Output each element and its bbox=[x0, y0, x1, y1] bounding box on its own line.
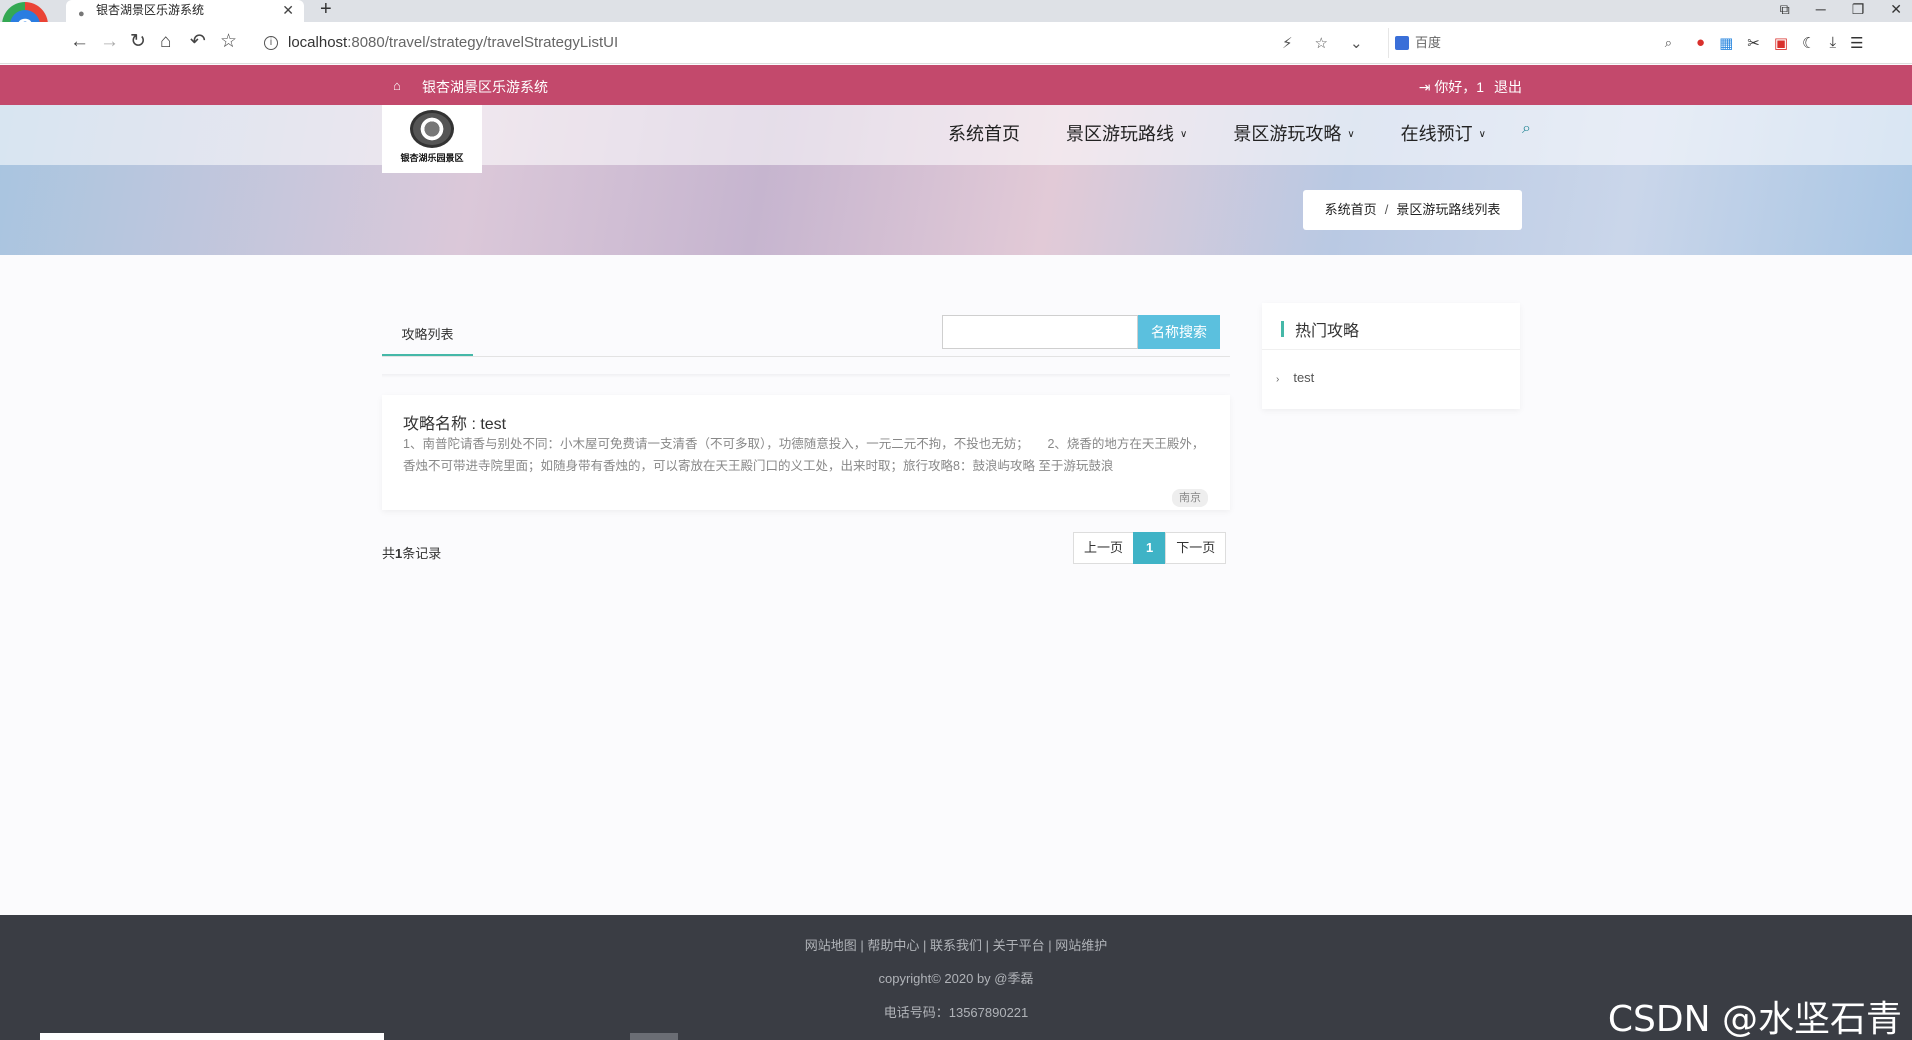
site-name[interactable]: 银杏湖景区乐游系统 bbox=[422, 77, 548, 97]
breadcrumb: 系统首页 / 景区游玩路线列表 bbox=[1303, 190, 1522, 230]
search-icon[interactable]: ⌕ bbox=[1522, 120, 1531, 146]
site-info-icon[interactable]: i bbox=[264, 36, 278, 50]
restore-tab-icon[interactable]: ⧉ bbox=[1780, 0, 1790, 18]
logo-text: 银杏湖乐园景区 bbox=[400, 153, 464, 163]
chevron-down-icon: ∨ bbox=[1478, 129, 1486, 140]
forward-icon[interactable]: → bbox=[100, 31, 119, 53]
nav-label: 系统首页 bbox=[948, 124, 1020, 144]
location-tag: 南京 bbox=[1172, 489, 1208, 507]
url-host: localhost bbox=[288, 34, 348, 51]
chevron-right-icon: › bbox=[1276, 374, 1280, 385]
hot-strategies-panel: 热门攻略 › test bbox=[1262, 303, 1520, 409]
nav-item-routes[interactable]: 景区游玩路线 ∨ bbox=[1066, 120, 1187, 146]
footer-links[interactable]: 网站地图 | 帮助中心 | 联系我们 | 关于平台 | 网站维护 bbox=[0, 935, 1912, 954]
close-window-icon[interactable]: ✕ bbox=[1890, 0, 1902, 18]
nav-label: 景区游玩攻略 bbox=[1233, 124, 1342, 144]
list-item[interactable]: 攻略名称 : test 1、南普陀请香与别处不同：小木屋可免费请一支清香（不可多… bbox=[382, 395, 1230, 510]
browser-tab[interactable]: ● 银杏湖景区乐游系统 ✕ bbox=[66, 0, 304, 22]
bookmark-star-icon[interactable]: ☆ bbox=[220, 31, 237, 53]
nav-label: 景区游玩路线 bbox=[1066, 124, 1174, 144]
tab-divider bbox=[382, 356, 1230, 357]
dropdown-chevron-icon[interactable]: ⌄ bbox=[1350, 34, 1363, 52]
bottom-strip bbox=[40, 1033, 384, 1040]
maximize-icon[interactable]: ❐ bbox=[1852, 0, 1865, 18]
download-icon[interactable]: ⤓ bbox=[1829, 34, 1836, 52]
record-count: 共1条记录 bbox=[382, 543, 441, 562]
tab-close-icon[interactable]: ✕ bbox=[282, 0, 294, 20]
nav-item-home[interactable]: 系统首页 bbox=[948, 120, 1020, 146]
baidu-icon bbox=[1395, 36, 1409, 50]
tab-strategy-list[interactable]: 攻略列表 bbox=[382, 305, 473, 357]
chevron-down-icon: ∨ bbox=[1347, 129, 1355, 140]
hot-item[interactable]: › test bbox=[1276, 370, 1314, 385]
strategy-summary: 1、南普陀请香与别处不同：小木屋可免费请一支清香（不可多取），功德随意投入，一元… bbox=[403, 437, 1205, 473]
divider bbox=[382, 374, 1230, 378]
address-actions: ⚡ ☆ ⌄ bbox=[1282, 34, 1363, 52]
record-suffix: 条记录 bbox=[402, 546, 442, 561]
chevron-down-icon: ∨ bbox=[1180, 129, 1188, 140]
url-path: :8080/travel/strategy/travelStrategyList… bbox=[347, 34, 619, 51]
site-top-bar: ⌂ 银杏湖景区乐游系统 ⇥ 你好，1 退出 bbox=[0, 65, 1912, 105]
address-bar[interactable]: i localhost:8080/travel/strategy/travelS… bbox=[256, 28, 1376, 58]
tab-favicon-icon: ● bbox=[78, 8, 85, 20]
home-icon[interactable]: ⌂ bbox=[160, 31, 171, 53]
menu-icon[interactable]: ☰ bbox=[1850, 34, 1863, 52]
logout-link[interactable]: 退出 bbox=[1494, 79, 1522, 95]
hot-item-label: test bbox=[1293, 370, 1315, 385]
hero-header: 银杏湖乐园景区 系统首页 景区游玩路线 ∨ 景区游玩攻略 ∨ 在线预订 ∨ ⌕ 系统首… bbox=[0, 105, 1912, 255]
window-controls: ⧉ ─ ❐ ✕ bbox=[1780, 0, 1902, 18]
user-greeting: 你好，1 bbox=[1434, 79, 1485, 95]
search-input[interactable] bbox=[942, 315, 1138, 349]
prev-page-button[interactable]: 上一页 bbox=[1073, 532, 1135, 564]
divider bbox=[1262, 349, 1520, 350]
new-tab-icon[interactable]: + bbox=[320, 0, 332, 21]
title-accent-bar bbox=[1281, 321, 1284, 337]
favorite-star-icon[interactable]: ☆ bbox=[1315, 34, 1328, 52]
hot-strategies-title: 热门攻略 bbox=[1295, 323, 1360, 340]
pagination: 上一页 1 下一页 bbox=[1073, 532, 1227, 564]
back-icon[interactable]: ← bbox=[70, 31, 89, 53]
apps-grid-icon[interactable]: ▦ bbox=[1719, 34, 1733, 52]
strategy-title[interactable]: 攻略名称 : test bbox=[403, 410, 506, 434]
weibo-icon[interactable]: ● bbox=[1696, 34, 1705, 52]
extension-icons: ● ▦ ✂ ▣ ☾ ⤓ ☰ bbox=[1696, 34, 1864, 52]
login-icon: ⇥ bbox=[1418, 79, 1431, 95]
browser-search-box[interactable]: 百度 ⌕ bbox=[1388, 28, 1678, 58]
breadcrumb-home[interactable]: 系统首页 bbox=[1325, 202, 1377, 217]
strategy-list-header: 攻略列表 名称搜索 bbox=[382, 305, 1230, 357]
tab-title: 银杏湖景区乐游系统 bbox=[96, 3, 205, 17]
scissors-icon[interactable]: ✂ bbox=[1747, 34, 1760, 52]
lightning-icon[interactable]: ⚡ bbox=[1282, 34, 1293, 52]
search-engine-label: 百度 bbox=[1415, 35, 1442, 50]
logo-emblem-icon bbox=[410, 110, 454, 148]
pdf-icon[interactable]: ▣ bbox=[1774, 34, 1788, 52]
site-logo[interactable]: 银杏湖乐园景区 bbox=[382, 105, 482, 173]
name-search-button[interactable]: 名称搜索 bbox=[1138, 315, 1220, 349]
browser-tab-bar: ● 银杏湖景区乐游系统 ✕ + ⧉ ─ ❐ ✕ bbox=[0, 0, 1912, 22]
footer-copyright: copyright© 2020 by @季磊 bbox=[878, 971, 1034, 986]
breadcrumb-current: 景区游玩路线列表 bbox=[1396, 202, 1501, 217]
home-icon[interactable]: ⌂ bbox=[393, 78, 401, 93]
bottom-strip bbox=[630, 1033, 678, 1040]
nav-label: 在线预订 bbox=[1400, 124, 1473, 144]
user-area: ⇥ 你好，1 退出 bbox=[1419, 77, 1522, 97]
watermark-text: CSDN @水坚石青 bbox=[1607, 999, 1902, 1040]
minimize-icon[interactable]: ─ bbox=[1816, 0, 1826, 18]
search-icon[interactable]: ⌕ bbox=[1665, 28, 1672, 58]
next-page-button[interactable]: 下一页 bbox=[1165, 532, 1227, 564]
night-mode-icon[interactable]: ☾ bbox=[1802, 34, 1815, 52]
main-nav: 系统首页 景区游玩路线 ∨ 景区游玩攻略 ∨ 在线预订 ∨ ⌕ bbox=[948, 120, 1531, 146]
browser-toolbar: ← → ↻ ⌂ ↶ ☆ i localhost:8080/travel/stra… bbox=[0, 22, 1912, 64]
page-button-current[interactable]: 1 bbox=[1133, 532, 1167, 564]
reload-icon[interactable]: ↻ bbox=[130, 31, 146, 53]
record-prefix: 共 bbox=[382, 546, 396, 561]
undo-icon[interactable]: ↶ bbox=[190, 31, 206, 53]
nav-item-booking[interactable]: 在线预订 ∨ bbox=[1401, 120, 1486, 146]
nav-item-strategies[interactable]: 景区游玩攻略 ∨ bbox=[1233, 120, 1354, 146]
breadcrumb-separator: / bbox=[1384, 202, 1389, 217]
